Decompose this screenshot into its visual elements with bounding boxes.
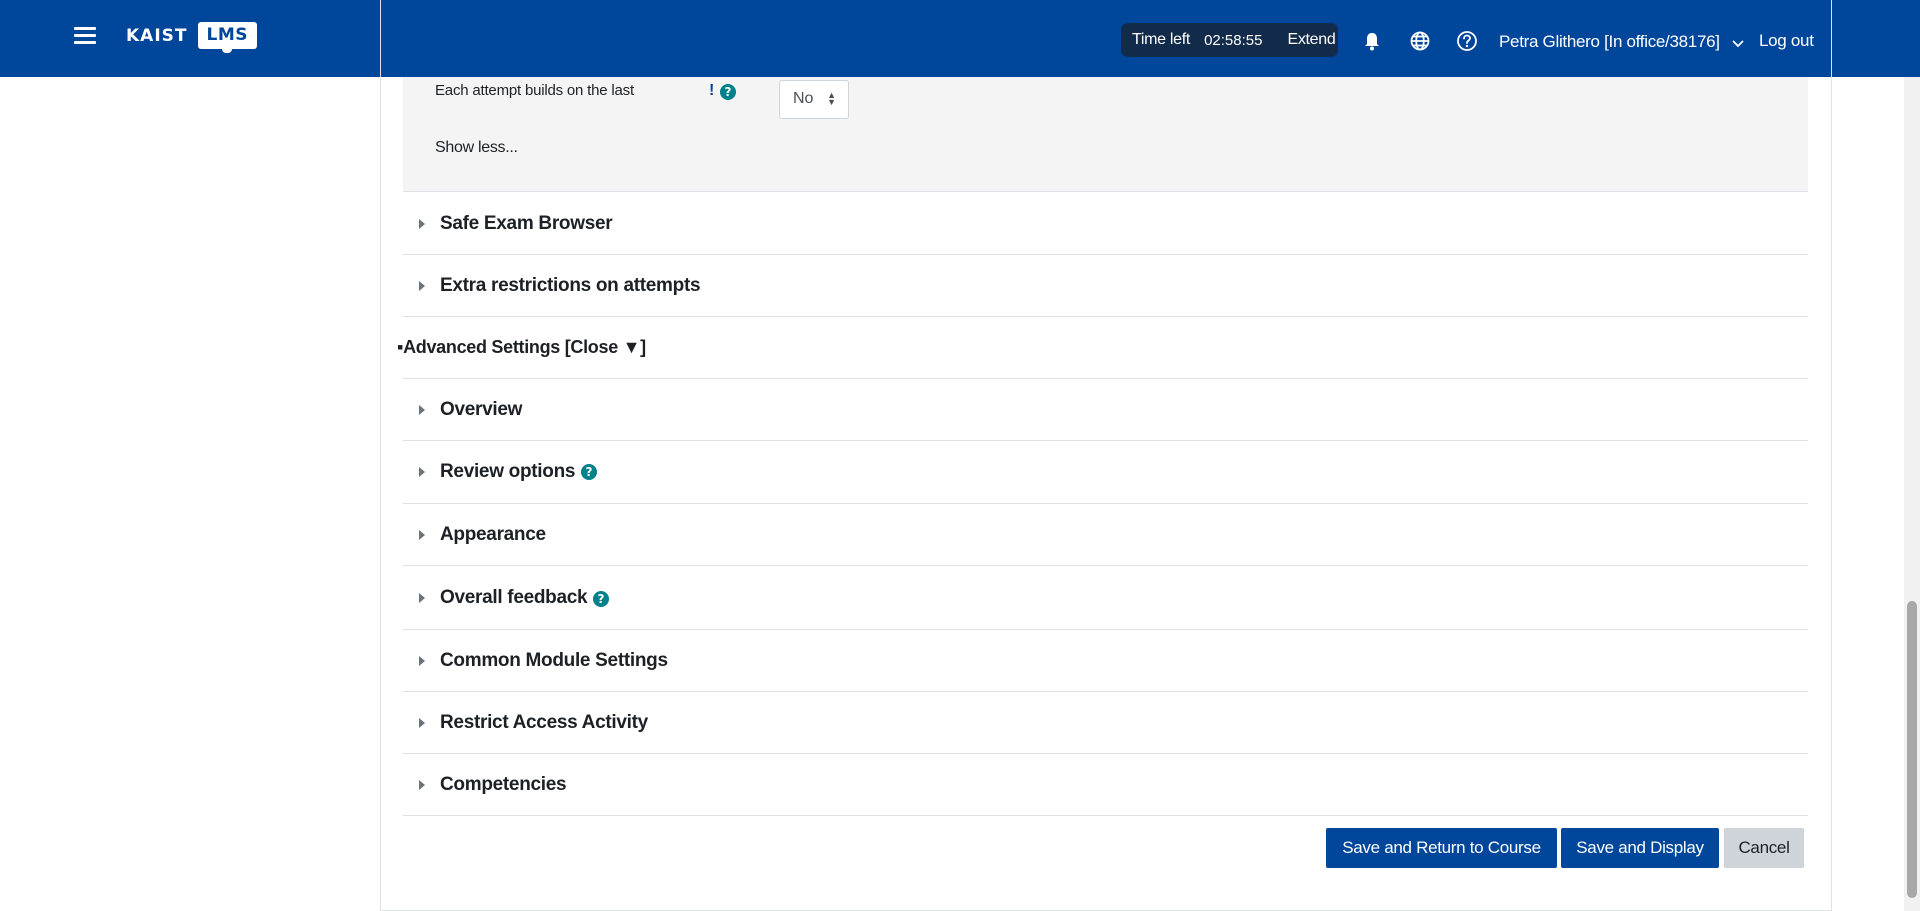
help-icon[interactable]: ? [581, 464, 597, 480]
scrollbar-thumb[interactable] [1907, 601, 1917, 898]
chevron-right-icon [419, 529, 425, 540]
section-title: Extra restrictions on attempts [440, 274, 701, 296]
save-and-display-button[interactable]: Save and Display [1561, 828, 1719, 868]
chevron-right-icon [419, 467, 425, 477]
section-restrict-access[interactable]: Restrict Access Activity [403, 692, 1808, 754]
section-title: Overview [440, 398, 523, 420]
logo-text: KAIST [126, 25, 188, 46]
advanced-settings-toggle[interactable]: ▪Advanced Settings [Close ▼] [397, 337, 646, 358]
chevron-right-icon [419, 592, 425, 603]
show-less-link[interactable]: Show less... [435, 139, 518, 157]
section-overall-feedback[interactable]: Overall feedback ? [403, 566, 1808, 630]
save-and-return-button[interactable]: Save and Return to Course [1326, 828, 1557, 868]
site-logo[interactable]: KAIST LMS [126, 22, 257, 53]
section-title: Competencies [440, 773, 567, 795]
menu-icon[interactable] [74, 27, 96, 47]
section-safe-exam-browser[interactable]: Safe Exam Browser [403, 193, 1808, 255]
section-title: Common Module Settings [440, 649, 668, 671]
chevron-right-icon [419, 717, 425, 728]
page-scrollbar[interactable] [1904, 77, 1920, 911]
chevron-right-icon [419, 655, 425, 666]
each-attempt-label: Each attempt builds on the last [435, 82, 634, 99]
section-title: Appearance [440, 523, 546, 545]
section-title: Restrict Access Activity [440, 711, 648, 733]
help-icon[interactable]: ? [720, 84, 736, 100]
select-value: No [793, 90, 814, 107]
sort-arrows-icon: ▲ ▼ [827, 90, 836, 107]
chevron-right-icon [419, 404, 425, 415]
required-icon[interactable]: ! [709, 82, 714, 100]
section-common-module-settings[interactable]: Common Module Settings [403, 630, 1808, 692]
chevron-right-icon [419, 218, 425, 229]
chevron-right-icon [419, 280, 425, 291]
chevron-right-icon [419, 779, 425, 790]
each-attempt-select[interactable]: No ▲ ▼ [779, 80, 849, 119]
section-title: Review options [440, 461, 576, 482]
section-extra-restrictions[interactable]: Extra restrictions on attempts [403, 255, 1808, 317]
section-overview[interactable]: Overview [403, 379, 1808, 441]
cancel-button[interactable]: Cancel [1724, 828, 1804, 868]
logo-badge: LMS [197, 22, 257, 53]
section-title: Overall feedback [440, 586, 588, 608]
section-review-options[interactable]: Review options ? [403, 441, 1808, 504]
section-competencies[interactable]: Competencies [403, 754, 1808, 816]
section-title: Safe Exam Browser [440, 212, 613, 234]
help-icon[interactable]: ? [593, 591, 609, 607]
section-appearance[interactable]: Appearance [403, 504, 1808, 566]
